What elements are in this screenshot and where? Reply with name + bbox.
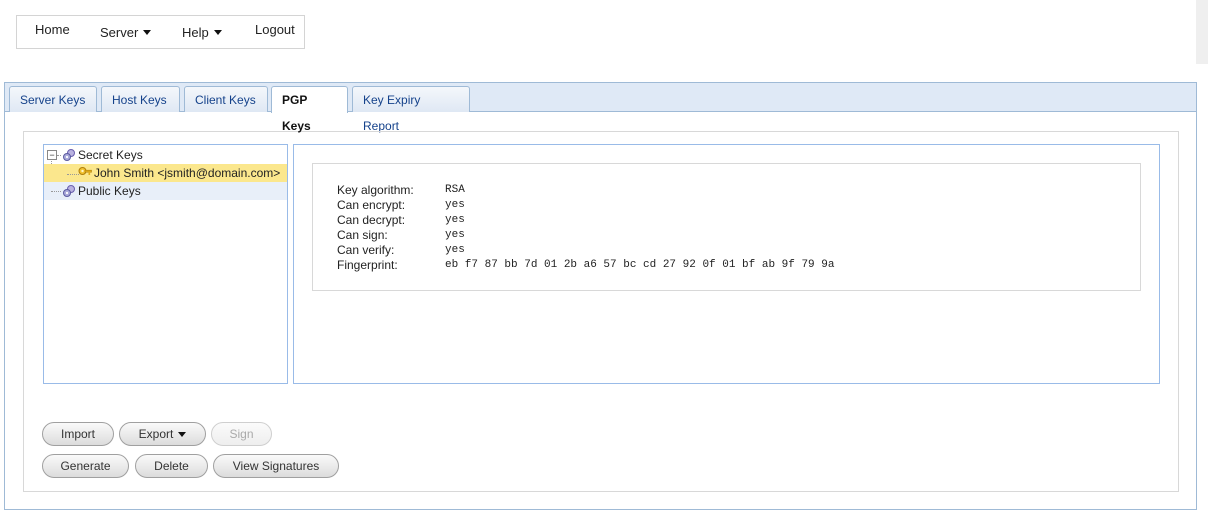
menu-home[interactable]: Home (35, 13, 70, 47)
tab-host-keys[interactable]: Host Keys (101, 86, 180, 112)
chevron-down-icon (213, 30, 222, 35)
tree-guide-line (57, 155, 61, 156)
prop-label: Can encrypt: (337, 198, 406, 212)
prop-label: Can sign: (337, 228, 388, 242)
prop-label: Fingerprint: (337, 258, 398, 272)
collapse-icon[interactable]: − (47, 150, 57, 160)
sign-button[interactable]: Sign (211, 422, 272, 446)
prop-value: yes (445, 214, 465, 226)
tree-node-secret-keys[interactable]: − Secret Keys (44, 146, 287, 164)
tab-client-keys[interactable]: Client Keys (184, 86, 268, 112)
prop-value: yes (445, 244, 465, 256)
tab-pgp-keys[interactable]: PGP Keys (271, 86, 348, 133)
chevron-down-icon (178, 432, 187, 437)
prop-value: eb f7 87 bb 7d 01 2b a6 57 bc cd 27 92 0… (445, 259, 835, 271)
menu-server[interactable]: Server (100, 16, 152, 50)
tree-label-secret-keys: Secret Keys (78, 148, 143, 162)
delete-button[interactable]: Delete (135, 454, 208, 478)
tree-node-selected-key[interactable]: John Smith <jsmith@domain.com> (44, 164, 287, 182)
generate-button[interactable]: Generate (42, 454, 129, 478)
tree-guide-line (51, 191, 61, 192)
key-details-panel: Key algorithm: RSA Can encrypt: yes Can … (293, 144, 1160, 384)
prop-label: Can verify: (337, 243, 395, 257)
tab-key-expiry-report[interactable]: Key Expiry Report (352, 86, 470, 133)
tree-label-public-keys: Public Keys (78, 184, 141, 198)
export-label: Export (138, 427, 174, 441)
menu-help-label: Help (182, 25, 209, 40)
prop-value: yes (445, 199, 465, 211)
chevron-down-icon (143, 30, 152, 35)
menu-server-label: Server (100, 25, 139, 40)
tab-bar: Server Keys Host Keys Client Keys PGP Ke… (5, 83, 1196, 133)
menu-help[interactable]: Help (182, 16, 222, 50)
prop-label: Can decrypt: (337, 213, 406, 227)
tree-node-public-keys[interactable]: Public Keys (44, 182, 287, 200)
scrollbar-stub (1196, 0, 1208, 64)
prop-value: yes (445, 229, 465, 241)
menu-logout[interactable]: Logout (255, 13, 295, 47)
tree-label-selected-key: John Smith <jsmith@domain.com> (94, 166, 281, 180)
import-button[interactable]: Import (42, 422, 114, 446)
keys-group-icon (63, 149, 75, 161)
key-tree[interactable]: − Secret Keys John Smith <jsmith@domain.… (43, 144, 288, 384)
tab-server-keys[interactable]: Server Keys (9, 86, 97, 112)
export-button[interactable]: Export (119, 422, 206, 446)
keys-panel: Server Keys Host Keys Client Keys PGP Ke… (4, 82, 1197, 510)
key-icon (78, 167, 92, 175)
prop-value: RSA (445, 184, 465, 196)
top-menu-bar: Home Server Help Logout (16, 15, 305, 49)
view-signatures-button[interactable]: View Signatures (213, 454, 339, 478)
keys-group-icon (63, 185, 75, 197)
key-properties: Key algorithm: RSA Can encrypt: yes Can … (312, 163, 1141, 291)
prop-label: Key algorithm: (337, 183, 414, 197)
